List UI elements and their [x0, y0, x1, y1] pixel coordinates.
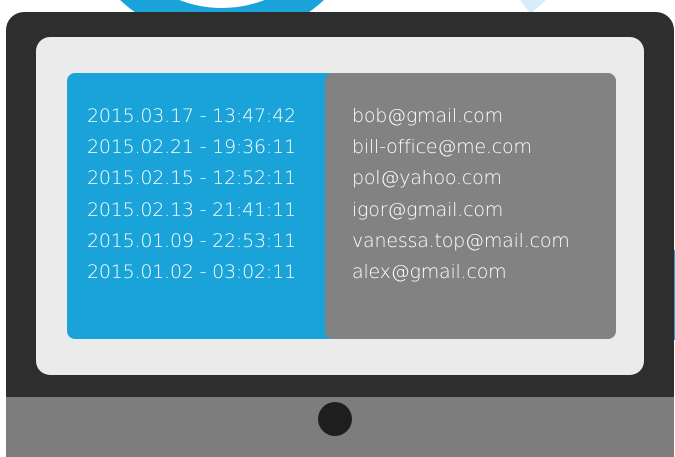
timestamp-cell: 2015.01.09 - 22:53:11 — [87, 229, 296, 252]
email-cell: bob@gmail.com — [352, 105, 503, 127]
illustration: 2015.03.17 - 13:47:42 2015.02.21 - 19:36… — [0, 0, 675, 457]
timestamp-cell: 2015.02.21 - 19:36:11 — [87, 136, 296, 159]
email-cell: igor@gmail.com — [352, 198, 504, 221]
timestamp-cell: 2015.01.02 - 03:02:11 — [87, 261, 296, 284]
monitor-screen: 2015.03.17 - 13:47:42 2015.02.21 - 19:36… — [36, 37, 644, 375]
email-cell: bill-office@me.com — [352, 136, 532, 159]
timestamp-cell: 2015.03.17 - 13:47:42 — [87, 105, 296, 127]
login-log-table: 2015.03.17 - 13:47:42 2015.02.21 - 19:36… — [67, 73, 616, 339]
power-button-icon — [318, 402, 352, 436]
email-column: bob@gmail.com bill-office@me.com pol@yah… — [325, 73, 616, 339]
timestamp-column: 2015.03.17 - 13:47:42 2015.02.21 - 19:36… — [67, 73, 331, 339]
monitor: 2015.03.17 - 13:47:42 2015.02.21 - 19:36… — [6, 12, 674, 457]
email-cell: alex@gmail.com — [352, 261, 507, 284]
email-cell: vanessa.top@mail.com — [352, 229, 570, 252]
email-cell: pol@yahoo.com — [352, 167, 502, 190]
timestamp-cell: 2015.02.13 - 21:41:11 — [87, 198, 296, 221]
timestamp-cell: 2015.02.15 - 12:52:11 — [87, 167, 296, 190]
